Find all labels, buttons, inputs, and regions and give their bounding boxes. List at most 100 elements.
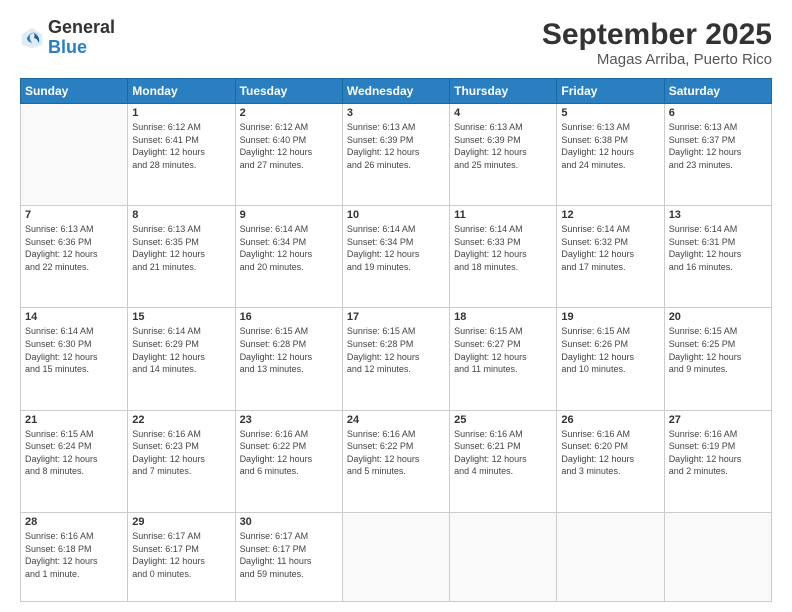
calendar-cell xyxy=(450,512,557,601)
calendar-weekday-saturday: Saturday xyxy=(664,79,771,104)
day-info: Sunrise: 6:16 AM Sunset: 6:21 PM Dayligh… xyxy=(454,428,552,478)
calendar-cell: 28 Sunrise: 6:16 AM Sunset: 6:18 PM Dayli… xyxy=(21,512,128,601)
day-number: 1 xyxy=(132,107,230,119)
day-info: Sunrise: 6:14 AM Sunset: 6:29 PM Dayligh… xyxy=(132,325,230,375)
calendar-cell: 2Sunrise: 6:12 AM Sunset: 6:40 PM Daylig… xyxy=(235,104,342,206)
day-number: 28 xyxy=(25,516,123,528)
calendar-cell: 9 Sunrise: 6:14 AM Sunset: 6:34 PM Daylig… xyxy=(235,206,342,308)
day-info: Sunrise: 6:12 AM Sunset: 6:41 PM Dayligh… xyxy=(132,121,230,171)
calendar-week-row: 14 Sunrise: 6:14 AM Sunset: 6:30 PM Dayli… xyxy=(21,308,772,410)
day-info: Sunrise: 6:14 AM Sunset: 6:31 PM Dayligh… xyxy=(669,223,767,273)
day-number: 18 xyxy=(454,311,552,323)
day-number: 8 xyxy=(132,209,230,221)
day-number: 12 xyxy=(561,209,659,221)
day-number: 5 xyxy=(561,107,659,119)
day-info: Sunrise: 6:15 AM Sunset: 6:27 PM Dayligh… xyxy=(454,325,552,375)
calendar-week-row: 21 Sunrise: 6:15 AM Sunset: 6:24 PM Dayli… xyxy=(21,410,772,512)
calendar-cell xyxy=(557,512,664,601)
calendar-cell: 8 Sunrise: 6:13 AM Sunset: 6:35 PM Daylig… xyxy=(128,206,235,308)
day-info: Sunrise: 6:16 AM Sunset: 6:19 PM Dayligh… xyxy=(669,428,767,478)
day-info: Sunrise: 6:16 AM Sunset: 6:22 PM Dayligh… xyxy=(240,428,338,478)
day-number: 4 xyxy=(454,107,552,119)
calendar-cell: 14 Sunrise: 6:14 AM Sunset: 6:30 PM Dayli… xyxy=(21,308,128,410)
day-number: 24 xyxy=(347,414,445,426)
day-number: 2 xyxy=(240,107,338,119)
day-number: 20 xyxy=(669,311,767,323)
calendar-cell: 5Sunrise: 6:13 AM Sunset: 6:38 PM Daylig… xyxy=(557,104,664,206)
calendar-cell: 29 Sunrise: 6:17 AM Sunset: 6:17 PM Dayli… xyxy=(128,512,235,601)
day-info: Sunrise: 6:13 AM Sunset: 6:39 PM Dayligh… xyxy=(347,121,445,171)
day-number: 9 xyxy=(240,209,338,221)
calendar-table: SundayMondayTuesdayWednesdayThursdayFrid… xyxy=(20,78,772,602)
day-number: 19 xyxy=(561,311,659,323)
title-block: September 2025 Magas Arriba, Puerto Rico xyxy=(542,18,772,68)
day-number: 29 xyxy=(132,516,230,528)
day-info: Sunrise: 6:15 AM Sunset: 6:25 PM Dayligh… xyxy=(669,325,767,375)
day-number: 17 xyxy=(347,311,445,323)
calendar-cell: 21 Sunrise: 6:15 AM Sunset: 6:24 PM Dayli… xyxy=(21,410,128,512)
calendar-cell: 19 Sunrise: 6:15 AM Sunset: 6:26 PM Dayli… xyxy=(557,308,664,410)
calendar-weekday-wednesday: Wednesday xyxy=(342,79,449,104)
day-number: 22 xyxy=(132,414,230,426)
day-info: Sunrise: 6:15 AM Sunset: 6:28 PM Dayligh… xyxy=(347,325,445,375)
calendar-cell xyxy=(342,512,449,601)
page: General Blue September 2025 Magas Arriba… xyxy=(0,0,792,612)
day-number: 23 xyxy=(240,414,338,426)
day-info: Sunrise: 6:16 AM Sunset: 6:23 PM Dayligh… xyxy=(132,428,230,478)
day-number: 3 xyxy=(347,107,445,119)
calendar-cell: 24 Sunrise: 6:16 AM Sunset: 6:22 PM Dayli… xyxy=(342,410,449,512)
calendar-week-row: 7Sunrise: 6:13 AM Sunset: 6:36 PM Daylig… xyxy=(21,206,772,308)
day-number: 21 xyxy=(25,414,123,426)
calendar-cell: 23 Sunrise: 6:16 AM Sunset: 6:22 PM Dayli… xyxy=(235,410,342,512)
calendar-cell: 11Sunrise: 6:14 AM Sunset: 6:33 PM Dayli… xyxy=(450,206,557,308)
header: General Blue September 2025 Magas Arriba… xyxy=(20,18,772,68)
calendar-weekday-friday: Friday xyxy=(557,79,664,104)
day-info: Sunrise: 6:14 AM Sunset: 6:30 PM Dayligh… xyxy=(25,325,123,375)
calendar-cell: 4 Sunrise: 6:13 AM Sunset: 6:39 PM Daylig… xyxy=(450,104,557,206)
calendar-cell: 26Sunrise: 6:16 AM Sunset: 6:20 PM Dayli… xyxy=(557,410,664,512)
day-info: Sunrise: 6:13 AM Sunset: 6:37 PM Dayligh… xyxy=(669,121,767,171)
calendar-week-row: 1 Sunrise: 6:12 AM Sunset: 6:41 PM Daylig… xyxy=(21,104,772,206)
calendar-cell: 7Sunrise: 6:13 AM Sunset: 6:36 PM Daylig… xyxy=(21,206,128,308)
logo-text: General Blue xyxy=(48,18,115,58)
logo-icon xyxy=(20,26,44,50)
day-info: Sunrise: 6:13 AM Sunset: 6:39 PM Dayligh… xyxy=(454,121,552,171)
calendar-cell xyxy=(664,512,771,601)
day-number: 16 xyxy=(240,311,338,323)
day-number: 26 xyxy=(561,414,659,426)
day-info: Sunrise: 6:13 AM Sunset: 6:36 PM Dayligh… xyxy=(25,223,123,273)
day-info: Sunrise: 6:14 AM Sunset: 6:32 PM Dayligh… xyxy=(561,223,659,273)
calendar-cell: 25 Sunrise: 6:16 AM Sunset: 6:21 PM Dayli… xyxy=(450,410,557,512)
calendar-cell: 30 Sunrise: 6:17 AM Sunset: 6:17 PM Dayli… xyxy=(235,512,342,601)
day-info: Sunrise: 6:15 AM Sunset: 6:26 PM Dayligh… xyxy=(561,325,659,375)
calendar-weekday-thursday: Thursday xyxy=(450,79,557,104)
calendar-cell: 17 Sunrise: 6:15 AM Sunset: 6:28 PM Dayli… xyxy=(342,308,449,410)
calendar-week-row: 28 Sunrise: 6:16 AM Sunset: 6:18 PM Dayli… xyxy=(21,512,772,601)
calendar-cell: 16Sunrise: 6:15 AM Sunset: 6:28 PM Dayli… xyxy=(235,308,342,410)
page-title: September 2025 xyxy=(542,18,772,51)
day-info: Sunrise: 6:16 AM Sunset: 6:22 PM Dayligh… xyxy=(347,428,445,478)
day-number: 14 xyxy=(25,311,123,323)
day-number: 15 xyxy=(132,311,230,323)
calendar-cell: 18 Sunrise: 6:15 AM Sunset: 6:27 PM Dayli… xyxy=(450,308,557,410)
day-number: 27 xyxy=(669,414,767,426)
calendar-cell xyxy=(21,104,128,206)
day-number: 10 xyxy=(347,209,445,221)
day-info: Sunrise: 6:17 AM Sunset: 6:17 PM Dayligh… xyxy=(132,530,230,580)
day-info: Sunrise: 6:14 AM Sunset: 6:33 PM Dayligh… xyxy=(454,223,552,273)
page-subtitle: Magas Arriba, Puerto Rico xyxy=(542,51,772,68)
day-number: 30 xyxy=(240,516,338,528)
day-info: Sunrise: 6:15 AM Sunset: 6:24 PM Dayligh… xyxy=(25,428,123,478)
calendar-header-row: SundayMondayTuesdayWednesdayThursdayFrid… xyxy=(21,79,772,104)
day-info: Sunrise: 6:14 AM Sunset: 6:34 PM Dayligh… xyxy=(240,223,338,273)
day-number: 25 xyxy=(454,414,552,426)
logo: General Blue xyxy=(20,18,115,58)
calendar-weekday-monday: Monday xyxy=(128,79,235,104)
calendar-cell: 6Sunrise: 6:13 AM Sunset: 6:37 PM Daylig… xyxy=(664,104,771,206)
day-info: Sunrise: 6:14 AM Sunset: 6:34 PM Dayligh… xyxy=(347,223,445,273)
day-info: Sunrise: 6:13 AM Sunset: 6:35 PM Dayligh… xyxy=(132,223,230,273)
day-info: Sunrise: 6:17 AM Sunset: 6:17 PM Dayligh… xyxy=(240,530,338,580)
calendar-cell: 1 Sunrise: 6:12 AM Sunset: 6:41 PM Daylig… xyxy=(128,104,235,206)
day-info: Sunrise: 6:16 AM Sunset: 6:18 PM Dayligh… xyxy=(25,530,123,580)
calendar-cell: 10 Sunrise: 6:14 AM Sunset: 6:34 PM Dayli… xyxy=(342,206,449,308)
